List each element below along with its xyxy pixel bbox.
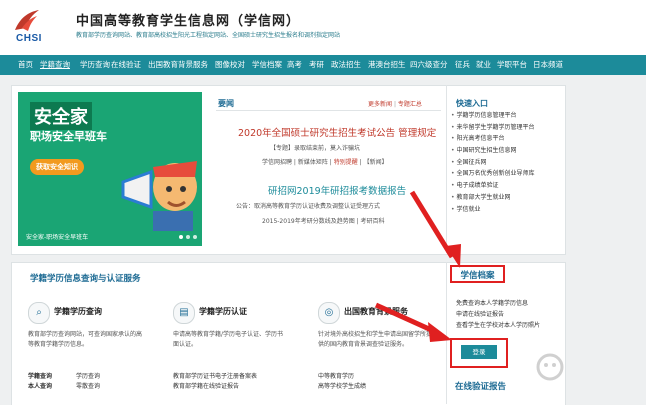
divider bbox=[446, 85, 447, 253]
news-line-1[interactable]: 【专题】录取结束前，莫入诈骗坑 bbox=[270, 143, 360, 152]
service-links: 学籍查询 学历查询 本人查询 零散查询 bbox=[28, 372, 100, 392]
banner-title: 安全家 bbox=[30, 102, 92, 130]
services-header: 学籍学历信息查询与认证服务 bbox=[30, 274, 141, 284]
nav-item-zhengfa[interactable]: 政法招生 bbox=[331, 55, 361, 75]
link-misc-query[interactable]: 零散查询 bbox=[76, 383, 100, 390]
link-news[interactable]: 【新闻】 bbox=[364, 159, 388, 166]
megaphone-character-icon bbox=[121, 161, 197, 231]
link-secondary-edu[interactable]: 中等教育学历 bbox=[318, 373, 354, 380]
logo-bird-icon bbox=[15, 10, 39, 31]
quick-link[interactable]: 电子成绩单验证 bbox=[451, 180, 561, 192]
nav-item-gaokao[interactable]: 高考 bbox=[287, 55, 302, 75]
news-line-2: 学信网招聘 | 新媒体矩阵 | 特别提醒 | 【新闻】 bbox=[262, 159, 388, 166]
divider bbox=[216, 110, 441, 111]
nav-item-kaoyan[interactable]: 考研 bbox=[309, 55, 324, 75]
link-transcript[interactable]: 高等学校学生成绩 bbox=[318, 383, 366, 390]
quick-link[interactable]: 学籍学历信息管理平台 bbox=[451, 110, 561, 122]
archive-link[interactable]: 查看学生在学校对本人学历照片 bbox=[456, 320, 540, 331]
nav-item-verify[interactable]: 在线验证 bbox=[111, 55, 141, 75]
nav-item-cet[interactable]: 四六级查分 bbox=[410, 55, 448, 75]
carousel-dots[interactable] bbox=[176, 233, 197, 241]
divider bbox=[446, 262, 447, 404]
quick-link[interactable]: 教育部大学生就业网 bbox=[451, 192, 561, 204]
banner-subtitle: 职场安全早班车 bbox=[30, 130, 107, 143]
archive-link[interactable]: 申请在线验证报告 bbox=[456, 309, 540, 320]
news-header: 要闻 bbox=[218, 99, 234, 108]
more-news-link[interactable]: 更多新闻 bbox=[368, 101, 392, 108]
service-desc: 申请高等教育学籍/学历电子认证、学历书面认证。 bbox=[173, 331, 284, 348]
document-icon: ▤ bbox=[173, 302, 195, 324]
nav-item-home[interactable]: 首页 bbox=[18, 55, 33, 75]
service-card-query: ⌕ 学籍学历查询 教育部学历查询网站，可查询国家承认的高等教育学籍学历信息。 学… bbox=[18, 292, 150, 404]
quick-entry-list: 学籍学历信息管理平台 来华留学生学籍学历管理平台 阳光高考信息平台 中国研究生招… bbox=[451, 110, 561, 215]
globe-icon: ◎ bbox=[318, 302, 340, 324]
service-name[interactable]: 学籍学历认证 bbox=[199, 306, 247, 317]
link-media[interactable]: 新媒体矩阵 bbox=[298, 159, 328, 166]
banner-button[interactable]: 获取安全知识 bbox=[30, 159, 84, 175]
special-topics-link[interactable]: 专题汇总 bbox=[398, 101, 422, 108]
nav-item-archive[interactable]: 学信档案 bbox=[252, 55, 282, 75]
nav-item-abroad[interactable]: 出国教育背景服务 bbox=[148, 55, 208, 75]
nav-item-jiuye[interactable]: 就业 bbox=[476, 55, 491, 75]
news-line-3[interactable]: 公告：取消高等教育学历认证收费及调整认证受理方式 bbox=[236, 201, 380, 210]
site-subtitle: 教育部学历查询网站、教育部高校招生阳光工程指定网站、全国硕士研究生招生报名和调剂… bbox=[76, 32, 341, 39]
quick-link[interactable]: 来华留学生学籍学历管理平台 bbox=[451, 122, 561, 134]
quick-link[interactable]: 学信就业 bbox=[451, 204, 561, 216]
watermark-icon bbox=[536, 353, 564, 381]
link-registration-form[interactable]: 教育部学历证书电子注册备案表 bbox=[173, 373, 257, 380]
nav-item-photo[interactable]: 图像校对 bbox=[215, 55, 245, 75]
nav-item-xuezhi[interactable]: 学职平台 bbox=[497, 55, 527, 75]
promo-banner[interactable]: 安全家 职场安全早班车 获取安全知识 安全家-职场安全早班车 bbox=[18, 92, 202, 246]
site-title[interactable]: 中国高等教育学生信息网（学信网） bbox=[76, 10, 300, 29]
archive-header[interactable]: 学信档案 bbox=[450, 265, 505, 283]
headline-1[interactable]: 2020年全国硕士研究生招生考试公告 管理规定 bbox=[238, 125, 436, 139]
search-icon: ⌕ bbox=[28, 302, 50, 324]
quick-link[interactable]: 全国万名优秀创新创业导师库 bbox=[451, 168, 561, 180]
headline-2[interactable]: 研招网2019年研招报考数据报告 bbox=[268, 183, 406, 197]
news-header-links: 更多新闻 | 专题汇总 bbox=[368, 101, 422, 108]
verify-report-header: 在线验证报告 bbox=[455, 382, 507, 392]
link-self-query[interactable]: 本人查询 bbox=[28, 383, 52, 390]
login-button[interactable]: 登录 bbox=[461, 345, 497, 359]
main-nav: 首页 学籍查询 学历查询 在线验证 出国教育背景服务 图像校对 学信档案 高考 … bbox=[0, 55, 646, 75]
news-line-4[interactable]: 2015-2019年考研分数线及趋势图 | 考研百科 bbox=[262, 216, 385, 225]
link-hiring[interactable]: 学信网招聘 bbox=[262, 159, 292, 166]
site-header: CHSI 中国高等教育学生信息网（学信网） 教育部学历查询网站、教育部高校招生阳… bbox=[0, 0, 646, 55]
nav-item-xueli[interactable]: 学历查询 bbox=[80, 55, 110, 75]
link-verify-report[interactable]: 教育部学籍在线验证报告 bbox=[173, 383, 239, 390]
service-card-abroad: ◎ 出国教育背景服务 针对境外高校招生和学生申请出国留学所提供的国内教育背景调查… bbox=[308, 292, 440, 404]
archive-links: 免费查询本人学籍学历信息 申请在线验证报告 查看学生在学校对本人学历照片 bbox=[456, 298, 540, 331]
archive-link[interactable]: 免费查询本人学籍学历信息 bbox=[456, 298, 540, 309]
logo-text[interactable]: CHSI bbox=[16, 33, 42, 44]
service-desc: 针对境外高校招生和学生申请出国留学所提供的国内教育背景调查验证服务。 bbox=[318, 331, 433, 348]
quick-link[interactable]: 全国征兵网 bbox=[451, 157, 561, 169]
nav-item-zhengbing[interactable]: 征兵 bbox=[455, 55, 470, 75]
service-name[interactable]: 出国教育背景服务 bbox=[344, 306, 408, 317]
link-xueli-query[interactable]: 学历查询 bbox=[76, 373, 100, 380]
service-name[interactable]: 学籍学历查询 bbox=[54, 306, 102, 317]
nav-item-gangao[interactable]: 港澳台招生 bbox=[368, 55, 406, 75]
quick-link[interactable]: 中国研究生招生信息网 bbox=[451, 145, 561, 157]
login-highlight: 登录 bbox=[450, 338, 508, 368]
quick-entry-header: 快速入口 bbox=[456, 99, 488, 108]
nav-item-xueji[interactable]: 学籍查询 bbox=[40, 55, 70, 75]
service-links: 教育部学历证书电子注册备案表 教育部学籍在线验证报告 bbox=[173, 372, 257, 392]
link-alert[interactable]: 特别提醒 bbox=[334, 159, 358, 166]
service-desc: 教育部学历查询网站，可查询国家承认的高等教育学籍学历信息。 bbox=[28, 331, 143, 348]
service-links: 中等教育学历 高等学校学生成绩 bbox=[318, 372, 366, 392]
nav-item-japan[interactable]: 日本频道 bbox=[533, 55, 563, 75]
quick-link[interactable]: 阳光高考信息平台 bbox=[451, 133, 561, 145]
link-xueji-query[interactable]: 学籍查询 bbox=[28, 373, 52, 380]
banner-caption: 安全家-职场安全早班车 bbox=[26, 234, 89, 241]
service-card-certify: ▤ 学籍学历认证 申请高等教育学籍/学历电子认证、学历书面认证。 教育部学历证书… bbox=[163, 292, 295, 404]
